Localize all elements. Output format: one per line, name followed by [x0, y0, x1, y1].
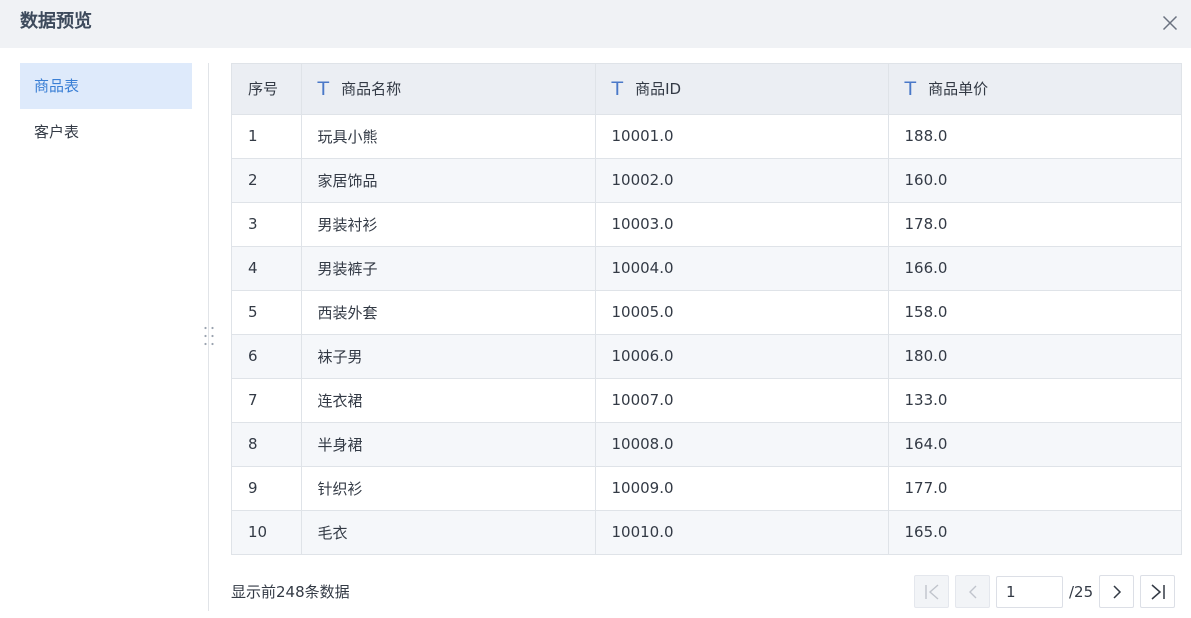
cell-index: 1	[232, 114, 302, 159]
table-row: 6 袜子男 10006.0 180.0	[232, 334, 1181, 379]
cell-id: 10010.0	[595, 510, 889, 554]
dialog-header: 数据预览	[0, 0, 1191, 48]
cell-name: 玩具小熊	[301, 114, 596, 159]
cell-id: 10003.0	[595, 202, 889, 247]
cell-name: 袜子男	[301, 334, 596, 379]
cell-name: 男装衬衫	[301, 202, 596, 247]
record-count-text: 显示前248条数据	[231, 583, 350, 601]
column-header-name: T 商品名称	[301, 64, 596, 115]
total-pages-label: /25	[1069, 583, 1094, 601]
cell-name: 针织衫	[301, 466, 596, 511]
cell-id: 10002.0	[595, 158, 889, 203]
cell-id: 10005.0	[595, 290, 889, 335]
chevron-right-icon	[1112, 584, 1121, 599]
cell-price: 178.0	[888, 202, 1181, 247]
table-row: 5 西装外套 10005.0 158.0	[232, 290, 1181, 335]
cell-id: 10004.0	[595, 246, 889, 291]
close-icon[interactable]	[1158, 11, 1182, 35]
data-preview-dialog: 数据预览 商品表 客户表 序号 T 商品名称 T 商品ID T 商品单价 1 玩…	[0, 0, 1191, 618]
text-type-icon: T	[904, 77, 917, 100]
table-row: 4 男装裤子 10004.0 166.0	[232, 246, 1181, 291]
table-row: 9 针织衫 10009.0 177.0	[232, 466, 1181, 511]
column-header-id: T 商品ID	[595, 64, 889, 115]
cell-index: 10	[232, 510, 302, 554]
cell-price: 166.0	[888, 246, 1181, 291]
sidebar-item-label: 客户表	[34, 123, 80, 141]
last-page-icon	[1151, 583, 1165, 600]
first-page-icon	[924, 583, 938, 600]
next-page-button[interactable]	[1099, 575, 1134, 608]
cell-index: 5	[232, 290, 302, 335]
chevron-left-icon	[968, 585, 976, 598]
data-table-container: 序号 T 商品名称 T 商品ID T 商品单价 1 玩具小熊 10001.0 1…	[231, 63, 1182, 555]
table-row: 7 连衣裙 10007.0 133.0	[232, 378, 1181, 423]
sidebar-item-label: 商品表	[34, 77, 80, 95]
cell-id: 10009.0	[595, 466, 889, 511]
cell-index: 8	[232, 422, 302, 467]
cell-name: 男装裤子	[301, 246, 596, 291]
cell-price: 165.0	[888, 510, 1181, 554]
cell-price: 180.0	[888, 334, 1181, 379]
cell-name: 西装外套	[301, 290, 596, 335]
sidebar-item-customers[interactable]: 客户表	[20, 109, 192, 155]
sidebar-item-products[interactable]: 商品表	[20, 63, 192, 109]
cell-index: 9	[232, 466, 302, 511]
table-row: 8 半身裙 10008.0 164.0	[232, 422, 1181, 467]
cell-price: 133.0	[888, 378, 1181, 423]
cell-id: 10008.0	[595, 422, 889, 467]
resize-handle-icon[interactable]	[202, 325, 216, 347]
cell-price: 177.0	[888, 466, 1181, 511]
column-header-price: T 商品单价	[888, 64, 1181, 115]
table-header-row: 序号 T 商品名称 T 商品ID T 商品单价	[232, 64, 1181, 115]
cell-index: 7	[232, 378, 302, 423]
cell-id: 10006.0	[595, 334, 889, 379]
cell-name: 毛衣	[301, 510, 596, 554]
column-header-label: 商品单价	[928, 79, 989, 98]
text-type-icon: T	[611, 77, 624, 100]
cell-id: 10007.0	[595, 378, 889, 423]
cell-index: 3	[232, 202, 302, 247]
cell-name: 家居饰品	[301, 158, 596, 203]
cell-name: 连衣裙	[301, 378, 596, 423]
table-list-sidebar: 商品表 客户表	[20, 63, 192, 155]
last-page-button[interactable]	[1140, 575, 1175, 608]
prev-page-button[interactable]	[955, 575, 990, 608]
column-header-index: 序号	[232, 64, 302, 115]
column-header-label: 商品ID	[635, 79, 682, 98]
table-row: 10 毛衣 10010.0 165.0	[232, 510, 1181, 554]
first-page-button[interactable]	[914, 575, 949, 608]
column-header-label: 商品名称	[341, 79, 402, 98]
text-type-icon: T	[317, 77, 330, 100]
cell-price: 158.0	[888, 290, 1181, 335]
cell-price: 160.0	[888, 158, 1181, 203]
table-row: 1 玩具小熊 10001.0 188.0	[232, 114, 1181, 159]
cell-index: 4	[232, 246, 302, 291]
page-number-input[interactable]	[996, 576, 1063, 608]
table-row: 3 男装衬衫 10003.0 178.0	[232, 202, 1181, 247]
cell-name: 半身裙	[301, 422, 596, 467]
cell-index: 6	[232, 334, 302, 379]
dialog-title: 数据预览	[20, 11, 92, 32]
cell-price: 188.0	[888, 114, 1181, 159]
column-header-label: 序号	[248, 80, 279, 99]
cell-index: 2	[232, 158, 302, 203]
cell-price: 164.0	[888, 422, 1181, 467]
table-row: 2 家居饰品 10002.0 160.0	[232, 158, 1181, 203]
data-table: 序号 T 商品名称 T 商品ID T 商品单价 1 玩具小熊 10001.0 1…	[232, 64, 1181, 554]
cell-id: 10001.0	[595, 114, 889, 159]
